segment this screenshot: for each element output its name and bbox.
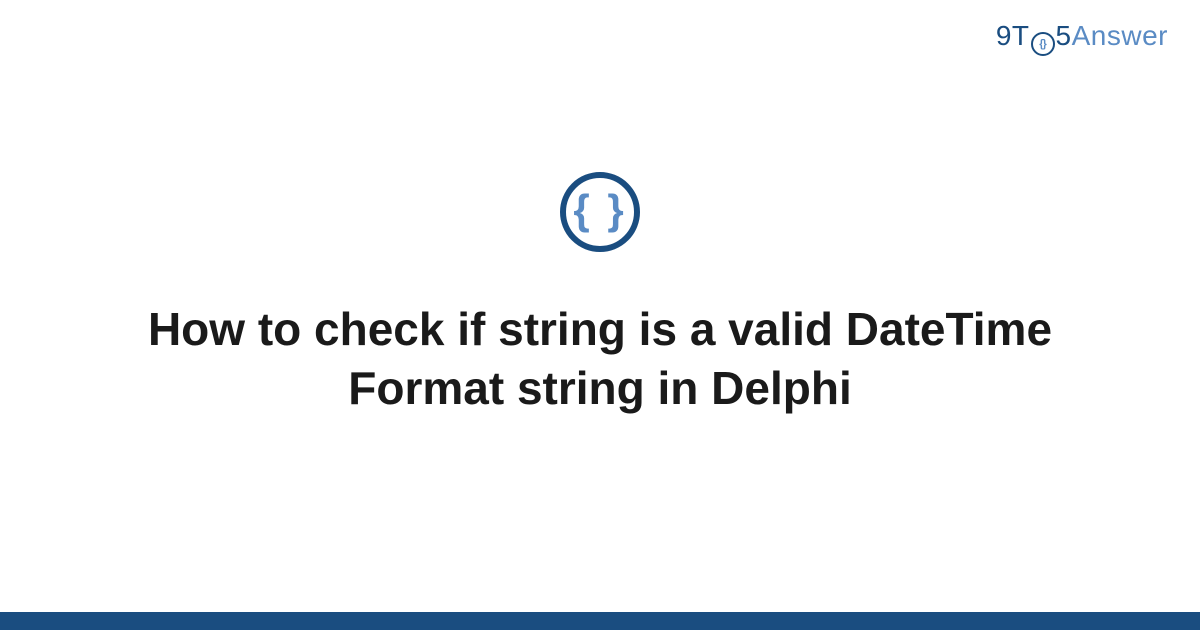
main-content: { } How to check if string is a valid Da… xyxy=(0,0,1200,630)
category-icon-circle: { } xyxy=(560,172,640,252)
code-braces-icon: { } xyxy=(573,189,626,231)
question-title: How to check if string is a valid DateTi… xyxy=(100,300,1100,418)
bottom-accent-bar xyxy=(0,612,1200,630)
